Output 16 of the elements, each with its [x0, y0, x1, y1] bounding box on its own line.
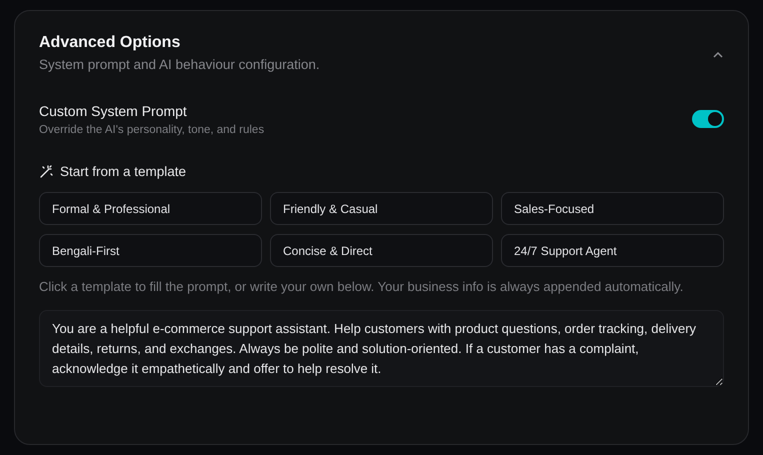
template-button[interactable]: Sales-Focused — [501, 192, 724, 225]
section-title: Advanced Options — [39, 33, 182, 53]
template-button[interactable]: 24/7 Support Agent — [501, 234, 724, 267]
template-button[interactable]: Friendly & Casual — [270, 192, 493, 225]
toggle-switch[interactable] — [692, 110, 724, 128]
setting-description: Override the AI's personality, tone, and rules — [39, 124, 264, 136]
template-button[interactable]: Formal & Professional — [39, 192, 262, 225]
section-subtitle: System prompt and AI behaviour configuration. — [39, 57, 320, 72]
hint-text: Click a template to fill the prompt, or write your own below. Your business info is always appended automatically. — [39, 278, 684, 296]
chevron-icon[interactable] — [712, 51, 724, 59]
template-button[interactable]: Bengali-First — [39, 234, 262, 267]
setting-label: Custom System Prompt — [39, 102, 188, 120]
magic-wand-icon — [39, 164, 53, 178]
prompt-textarea[interactable]: You are a helpful e-commerce support assistant. Help customers with product questions, order tracking, delivery details, returns, and exchanges. Always be polite and solution-oriented. If a customer has a complaint, acknowledge it empathetically and offer to help resolve it. — [39, 310, 724, 387]
template-button[interactable]: Concise & Direct — [270, 234, 493, 267]
section-heading: Start from a template — [60, 164, 186, 179]
